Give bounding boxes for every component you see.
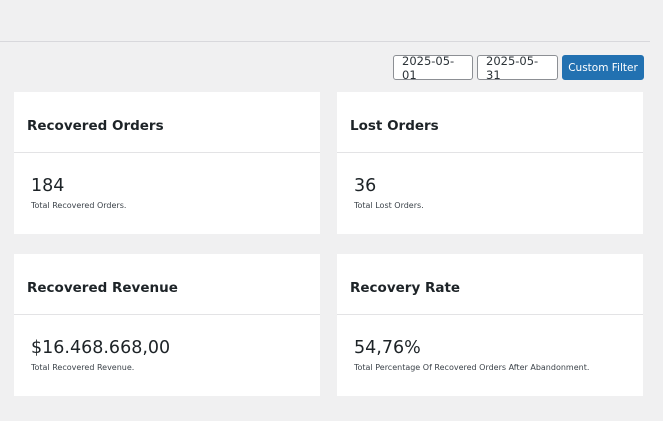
card-header: Recovered Orders: [14, 92, 320, 153]
card-title: Recovery Rate: [350, 280, 461, 296]
card-header: Lost Orders: [337, 92, 643, 153]
recovered-orders-value: 184: [31, 176, 65, 196]
recovered-orders-card: Recovered Orders 184 Total Recovered Ord…: [14, 92, 320, 234]
recovered-revenue-value: $16.468.668,00: [31, 338, 171, 358]
card-body: 184 Total Recovered Orders.: [14, 153, 320, 210]
recovered-revenue-card: Recovered Revenue $16.468.668,00 Total R…: [14, 254, 320, 396]
lost-orders-card: Lost Orders 36 Total Lost Orders.: [337, 92, 643, 234]
card-title: Lost Orders: [350, 118, 439, 134]
card-body: $16.468.668,00 Total Recovered Revenue.: [14, 315, 320, 372]
header-divider: [0, 41, 650, 42]
card-description: Total Recovered Revenue.: [31, 363, 135, 372]
dashboard-page: 2025-05-01 2025-05-31 Custom Filter Reco…: [0, 0, 663, 421]
card-header: Recovered Revenue: [14, 254, 320, 315]
lost-orders-value: 36: [354, 176, 377, 196]
recovery-rate-card: Recovery Rate 54,76% Total Percentage Of…: [337, 254, 643, 396]
card-description: Total Lost Orders.: [354, 201, 424, 210]
end-date-input[interactable]: 2025-05-31: [477, 54, 558, 82]
card-description: Total Percentage Of Recovered Orders Aft…: [354, 363, 590, 372]
custom-filter-button[interactable]: Custom Filter: [562, 55, 644, 80]
card-title: Recovered Revenue: [27, 280, 178, 296]
start-date-input[interactable]: 2025-05-01: [393, 54, 473, 82]
card-header: Recovery Rate: [337, 254, 643, 315]
card-title: Recovered Orders: [27, 118, 164, 134]
card-body: 36 Total Lost Orders.: [337, 153, 643, 210]
recovery-rate-value: 54,76%: [354, 338, 421, 358]
card-description: Total Recovered Orders.: [31, 201, 127, 210]
card-body: 54,76% Total Percentage Of Recovered Ord…: [337, 315, 643, 372]
date-filter-bar: 2025-05-01 2025-05-31 Custom Filter: [393, 54, 644, 82]
